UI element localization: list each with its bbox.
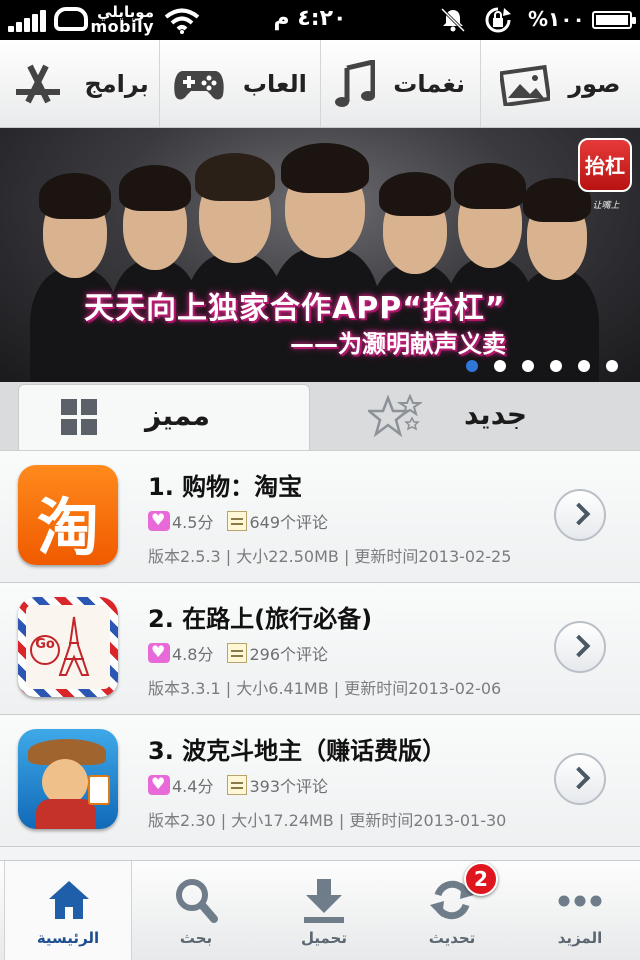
app-title: 2. 在路上(旅行必备) <box>148 605 373 633</box>
page-dot[interactable] <box>550 360 562 372</box>
list-item[interactable]: 3. 波克斗地主（赚话费版） 4.4分 393个评论 版本2.30 | 大小17… <box>0 715 640 847</box>
tabbar-home[interactable]: الرئيسية <box>4 861 132 960</box>
tab-featured-label: مميز <box>145 399 210 432</box>
banner-page-indicator[interactable] <box>466 360 618 372</box>
app-icon-envelope: Go <box>26 605 110 689</box>
on-the-road-app-icon-text: Go <box>30 635 60 665</box>
gamepad-icon <box>174 70 224 99</box>
rotation-lock-icon <box>485 7 511 33</box>
page-dot[interactable] <box>466 360 478 372</box>
signal-strength-icon <box>8 10 48 32</box>
app-details: 版本2.5.3 | 大小22.50MB | 更新时间2013-02-25 <box>148 547 512 566</box>
category-apps-label: برامج <box>84 69 149 98</box>
app-meta: 4.5分 649个评论 <box>148 509 328 533</box>
cowboy-body-shape <box>36 799 96 829</box>
app-title: 3. 波克斗地主（赚话费版） <box>148 737 447 765</box>
tabbar-update-label: تحديث <box>428 929 476 947</box>
stars-icon <box>368 394 422 438</box>
app-meta: 4.8分 296个评论 <box>148 641 328 665</box>
page-dot[interactable] <box>494 360 506 372</box>
review-note-icon <box>227 643 248 663</box>
playing-card-shape <box>88 775 110 805</box>
search-icon <box>176 879 218 923</box>
tabbar-more[interactable]: المزيد <box>516 861 640 960</box>
download-icon <box>304 879 344 923</box>
chevron-right-button[interactable] <box>554 489 606 541</box>
app-rating: 4.4分 <box>172 777 214 796</box>
category-games-label: العاب <box>242 69 307 98</box>
music-note-icon <box>335 59 376 107</box>
taobao-app-icon-glyph: 淘 <box>36 491 99 564</box>
status-bar: موبايلي mobily ٤:٢٠ م %١٠٠ <box>0 0 640 40</box>
list-tabs: مميز جديد <box>0 382 640 452</box>
tabbar-home-label: الرئيسية <box>36 929 100 947</box>
banner-subheadline: ——为灏明献声义卖 <box>290 330 506 358</box>
app-details: 版本2.30 | 大小17.24MB | 更新时间2013-01-30 <box>148 811 507 830</box>
wifi-icon <box>164 8 200 34</box>
tabbar-search-label: بحث <box>179 929 213 947</box>
app-title: 1. 购物：淘宝 <box>148 473 303 501</box>
category-wallpapers[interactable]: صور <box>479 40 640 127</box>
carrier-logo: موبايلي mobily <box>52 3 156 36</box>
more-icon <box>558 895 602 907</box>
banner-headline: 天天向上独家合作APP“抬杠” <box>84 291 506 326</box>
banner-app-logo-text: 抬杠 <box>585 154 625 178</box>
picture-icon <box>500 64 551 106</box>
tab-new-label: جديد <box>464 398 528 431</box>
list-item[interactable]: Go 2. 在路上(旅行必备) 4.8分 296个评论 版本3.3.1 | 大小… <box>0 583 640 715</box>
page-dot[interactable] <box>522 360 534 372</box>
tab-featured[interactable]: مميز <box>18 384 310 452</box>
tabbar-search[interactable]: بحث <box>132 861 260 960</box>
silent-bell-icon <box>440 7 466 33</box>
chevron-right-button[interactable] <box>554 753 606 805</box>
review-note-icon <box>227 511 248 531</box>
rating-heart-icon <box>148 774 170 795</box>
update-count-badge: 2 <box>464 862 498 896</box>
app-list: 淘 1. 购物：淘宝 4.5分 649个评论 版本2.5.3 | 大小22.50… <box>0 450 640 860</box>
carrier-mark-icon <box>54 7 88 31</box>
category-bar: برامج العاب نغمات صور <box>0 40 640 128</box>
category-ringtones[interactable]: نغمات <box>319 40 480 127</box>
banner-app-logo: 抬杠 <box>578 138 632 192</box>
app-meta: 4.4分 393个评论 <box>148 773 328 797</box>
category-wallpapers-label: صور <box>568 69 621 98</box>
home-icon <box>49 881 89 919</box>
list-item[interactable]: 淘 1. 购物：淘宝 4.5分 649个评论 版本2.5.3 | 大小22.50… <box>0 451 640 583</box>
battery-percentage: %١٠٠ <box>528 7 585 31</box>
status-time: ٤:٢٠ م <box>273 6 347 31</box>
app-details: 版本3.3.1 | 大小6.41MB | 更新时间2013-02-06 <box>148 679 502 698</box>
bottom-tab-bar: الرئيسية بحث تحميل تحديث المزيد <box>0 860 640 960</box>
app-reviews: 296个评论 <box>249 645 328 664</box>
banner-person <box>30 168 120 382</box>
tab-new[interactable]: جديد <box>314 382 640 450</box>
battery-fill <box>596 15 628 25</box>
promo-banner[interactable]: 天天向上独家合作APP“抬杠” ——为灏明献声义卖 抬杠 让嘴上 <box>0 128 640 382</box>
rating-heart-icon <box>148 510 170 531</box>
tabbar-more-label: المزيد <box>557 929 603 947</box>
app-store-icon <box>16 64 61 103</box>
carrier-name-latin: mobily <box>90 17 154 36</box>
page-dot[interactable] <box>578 360 590 372</box>
app-rating: 4.8分 <box>172 645 214 664</box>
battery-icon <box>592 11 636 29</box>
tabbar-download[interactable]: تحميل <box>260 861 388 960</box>
review-note-icon <box>227 775 248 795</box>
banner-app-logo-subtext: 让嘴上 <box>592 201 620 211</box>
page-dot[interactable] <box>606 360 618 372</box>
app-reviews: 393个评论 <box>249 777 328 796</box>
category-ringtones-label: نغمات <box>393 69 466 98</box>
app-rating: 4.5分 <box>172 513 214 532</box>
app-reviews: 649个评论 <box>249 513 328 532</box>
eiffel-tower-icon <box>58 616 90 676</box>
grid-icon <box>61 399 97 435</box>
category-games[interactable]: العاب <box>159 40 319 127</box>
taobao-app-icon: 淘 <box>18 465 118 565</box>
rating-heart-icon <box>148 642 170 663</box>
poker-doudizhu-app-icon <box>18 729 118 829</box>
chevron-right-button[interactable] <box>554 621 606 673</box>
tabbar-download-label: تحميل <box>300 929 347 947</box>
category-apps[interactable]: برامج <box>0 40 159 127</box>
on-the-road-app-icon: Go <box>18 597 118 697</box>
